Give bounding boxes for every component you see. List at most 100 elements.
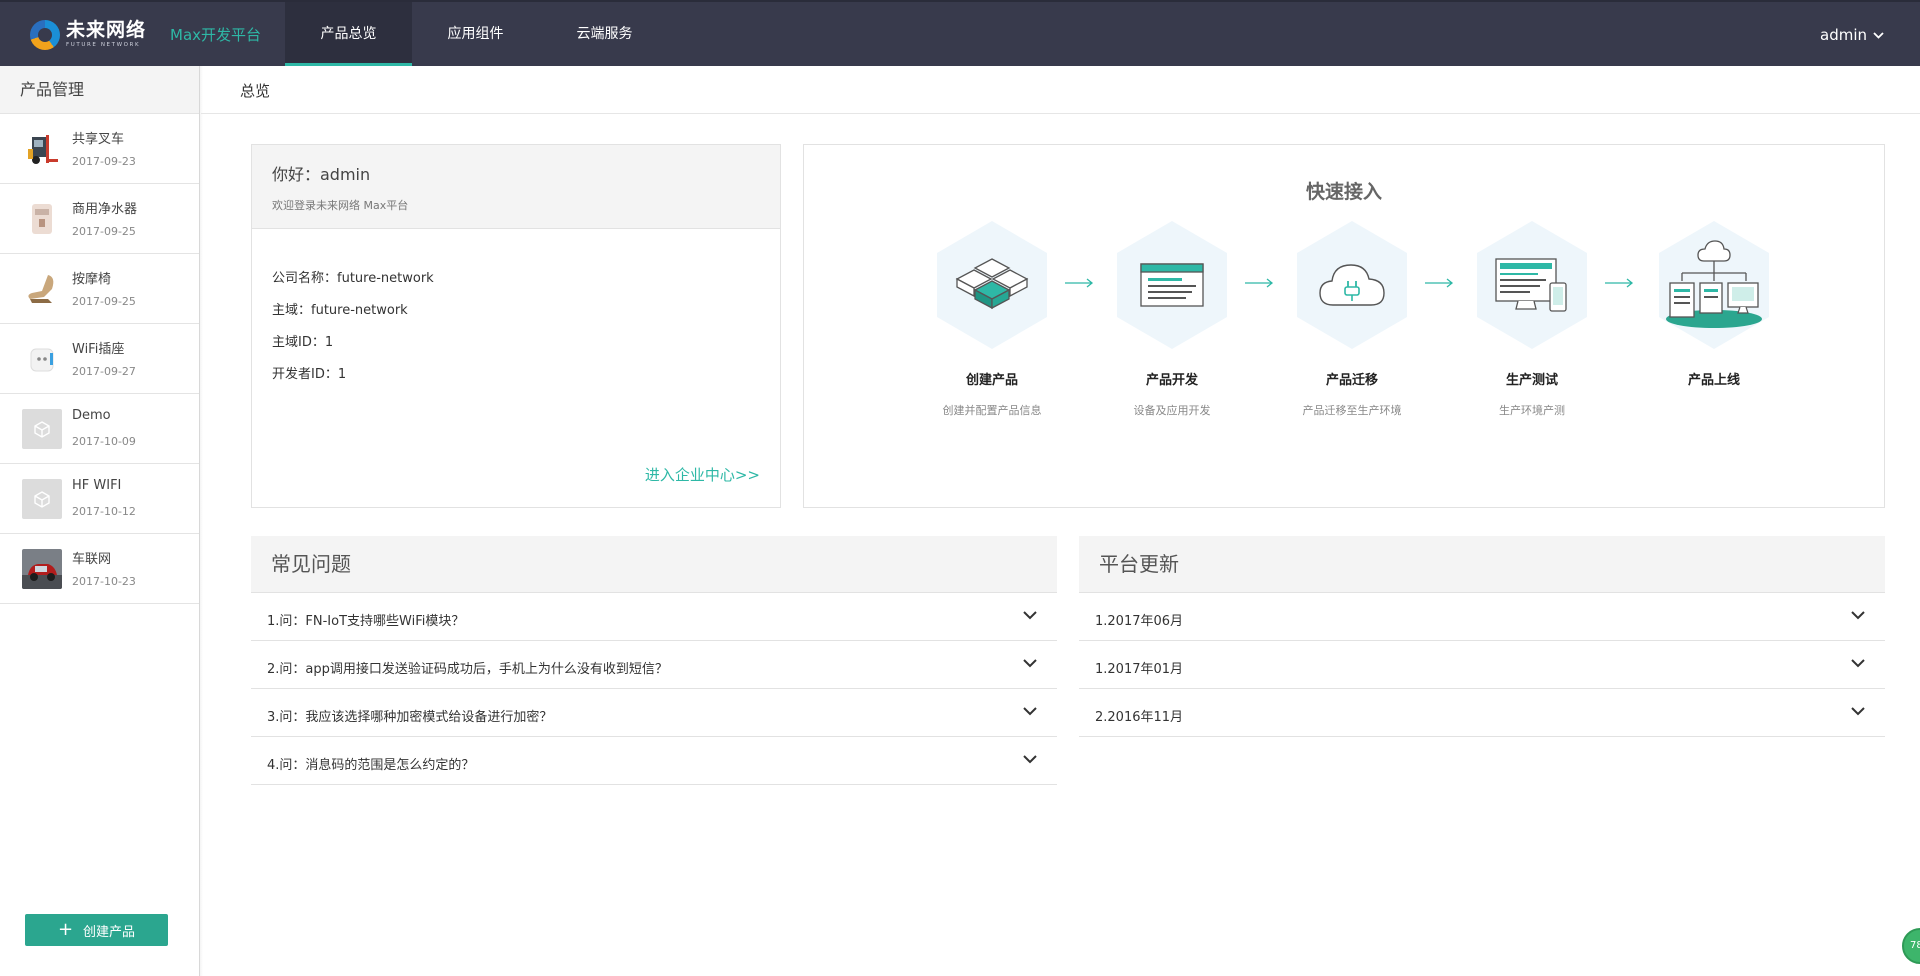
step-title: 产品上线: [1687, 373, 1740, 388]
product-name: 车联网: [72, 552, 112, 567]
product-name: Demo: [72, 408, 111, 423]
update-item[interactable]: 1.2017年06月: [1079, 593, 1885, 641]
chevron-down-icon: [1873, 31, 1884, 39]
sidebar: 产品管理 共享叉车 2017-09-23 商用净水器 2017-09-25 按摩…: [0, 66, 203, 976]
company-name: 公司名称：future-network: [272, 271, 434, 286]
step-desc: 创建并配置产品信息: [942, 404, 1042, 417]
step-title: 产品开发: [1145, 373, 1198, 388]
product-date: 2017-10-23: [72, 575, 136, 588]
update-item[interactable]: 2.2016年11月: [1079, 689, 1885, 737]
tab-app-components[interactable]: 应用组件: [412, 2, 539, 66]
product-name: WiFi插座: [72, 342, 125, 357]
sidebar-title: 产品管理: [0, 66, 199, 114]
create-product-label: 创建产品: [83, 924, 136, 940]
product-date: 2017-09-23: [72, 155, 136, 168]
product-name: 商用净水器: [72, 202, 138, 217]
logo[interactable]: 未来网络 FUTURE NETWORK: [30, 20, 146, 50]
arrow-right-icon: [1605, 278, 1634, 288]
updates-panel: 平台更新 1.2017年06月 1.2017年01月 2.2016年11月: [1079, 536, 1885, 796]
tab-cloud-services[interactable]: 云端服务: [539, 2, 670, 66]
welcome-header: 你好：admin 欢迎登录未来网络 Max平台: [252, 145, 780, 229]
step-production-test[interactable]: 生产测试 生产环境产测: [1462, 221, 1602, 418]
logo-subtext: FUTURE NETWORK: [66, 42, 141, 49]
username: admin: [1820, 26, 1867, 44]
faq-item[interactable]: 1.问：FN-IoT支持哪些WiFi模块？: [251, 593, 1057, 641]
floating-badge[interactable]: 78: [1902, 928, 1920, 964]
updates-title: 平台更新: [1079, 536, 1885, 593]
placeholder-cube-thumb: [22, 479, 62, 519]
update-label: 1.2017年01月: [1095, 662, 1184, 677]
product-name: 按摩椅: [72, 272, 112, 287]
welcome-subtitle: 欢迎登录未来网络 Max平台: [272, 199, 409, 212]
massage-chair-thumb: [22, 269, 62, 309]
greeting: 你好：admin: [272, 165, 371, 184]
cloud-network-icon: [1666, 240, 1762, 328]
breadcrumb: 总览: [240, 82, 271, 100]
arrow-right-icon: [1425, 278, 1454, 288]
divider: [201, 113, 1920, 114]
chevron-down-icon: [1023, 755, 1037, 764]
placeholder-cube-thumb: [22, 409, 62, 449]
product-date: 2017-10-12: [72, 505, 136, 518]
step-create-product[interactable]: 创建产品 创建并配置产品信息: [922, 221, 1062, 418]
domain-id: 主域ID：1: [272, 335, 334, 350]
update-label: 2.2016年11月: [1095, 710, 1184, 725]
product-item[interactable]: 共享叉车 2017-09-23: [0, 114, 199, 184]
step-product-migration[interactable]: 产品迁移 产品迁移至生产环境: [1282, 221, 1422, 418]
quick-access-card: 快速接入 创建产品 创建并配置产品信息 产品开发 设备及应用开发 产品迁移 产品…: [803, 144, 1885, 508]
product-name: HF WIFI: [72, 478, 122, 493]
step-desc: 产品迁移至生产环境: [1302, 404, 1402, 417]
product-item[interactable]: Demo 2017-10-09: [0, 394, 199, 464]
chevron-down-icon: [1851, 707, 1865, 716]
top-nav-bar: 未来网络 FUTURE NETWORK Max开发平台 产品总览 应用组件 云端…: [0, 0, 1920, 66]
chevron-down-icon: [1023, 659, 1037, 668]
product-item[interactable]: 商用净水器 2017-09-25: [0, 184, 199, 254]
chevron-down-icon: [1851, 611, 1865, 620]
product-date: 2017-09-25: [72, 295, 136, 308]
faq-question: 1.问：FN-IoT支持哪些WiFi模块？: [267, 614, 465, 629]
chevron-down-icon: [1851, 659, 1865, 668]
faq-item[interactable]: 2.问：app调用接口发送验证码成功后，手机上为什么没有收到短信？: [251, 641, 1057, 689]
update-item[interactable]: 1.2017年01月: [1079, 641, 1885, 689]
wifi-socket-thumb: [22, 339, 62, 379]
faq-item[interactable]: 4.问：消息码的范围是怎么约定的？: [251, 737, 1057, 785]
product-item[interactable]: 按摩椅 2017-09-25: [0, 254, 199, 324]
faq-question: 2.问：app调用接口发送验证码成功后，手机上为什么没有收到短信？: [267, 662, 668, 677]
cloud-plug-icon: [1319, 264, 1385, 306]
domain: 主域：future-network: [272, 303, 408, 318]
developer-id: 开发者ID：1: [272, 367, 347, 382]
logo-text: 未来网络: [66, 19, 147, 42]
chevron-down-icon: [1023, 611, 1037, 620]
logo-icon: [30, 20, 60, 50]
cubes-icon: [955, 258, 1029, 310]
faq-question: 4.问：消息码的范围是怎么约定的？: [267, 758, 475, 773]
step-title: 生产测试: [1505, 373, 1558, 388]
product-item[interactable]: WiFi插座 2017-09-27: [0, 324, 199, 394]
step-desc: 生产环境产测: [1499, 404, 1565, 417]
step-product-development[interactable]: 产品开发 设备及应用开发: [1102, 221, 1242, 418]
window-icon: [1140, 263, 1204, 307]
user-menu[interactable]: admin: [1820, 26, 1884, 44]
welcome-card: 你好：admin 欢迎登录未来网络 Max平台 公司名称：future-netw…: [251, 144, 781, 508]
faq-title: 常见问题: [251, 536, 1057, 593]
step-title: 创建产品: [965, 373, 1018, 388]
monitor-phone-icon: [1495, 258, 1567, 312]
product-name: 共享叉车: [72, 132, 125, 147]
create-product-button[interactable]: + 创建产品: [25, 914, 168, 946]
step-desc: 设备及应用开发: [1133, 404, 1211, 417]
product-item[interactable]: HF WIFI 2017-10-12: [0, 464, 199, 534]
faq-item[interactable]: 3.问：我应该选择哪种加密模式给设备进行加密？: [251, 689, 1057, 737]
arrow-right-icon: [1245, 278, 1274, 288]
enterprise-center-link[interactable]: 进入企业中心>>: [645, 464, 760, 485]
step-product-launch[interactable]: 产品上线: [1644, 221, 1784, 402]
product-item[interactable]: 车联网 2017-10-23: [0, 534, 199, 604]
arrow-right-icon: [1065, 278, 1094, 288]
tab-product-overview[interactable]: 产品总览: [285, 2, 412, 66]
chevron-down-icon: [1023, 707, 1037, 716]
update-label: 1.2017年06月: [1095, 614, 1184, 629]
faq-panel: 常见问题 1.问：FN-IoT支持哪些WiFi模块？ 2.问：app调用接口发送…: [251, 536, 1057, 796]
platform-label[interactable]: Max开发平台: [170, 24, 261, 45]
car-thumb: [22, 549, 62, 589]
product-date: 2017-10-09: [72, 435, 136, 448]
faq-question: 3.问：我应该选择哪种加密模式给设备进行加密？: [267, 710, 553, 725]
